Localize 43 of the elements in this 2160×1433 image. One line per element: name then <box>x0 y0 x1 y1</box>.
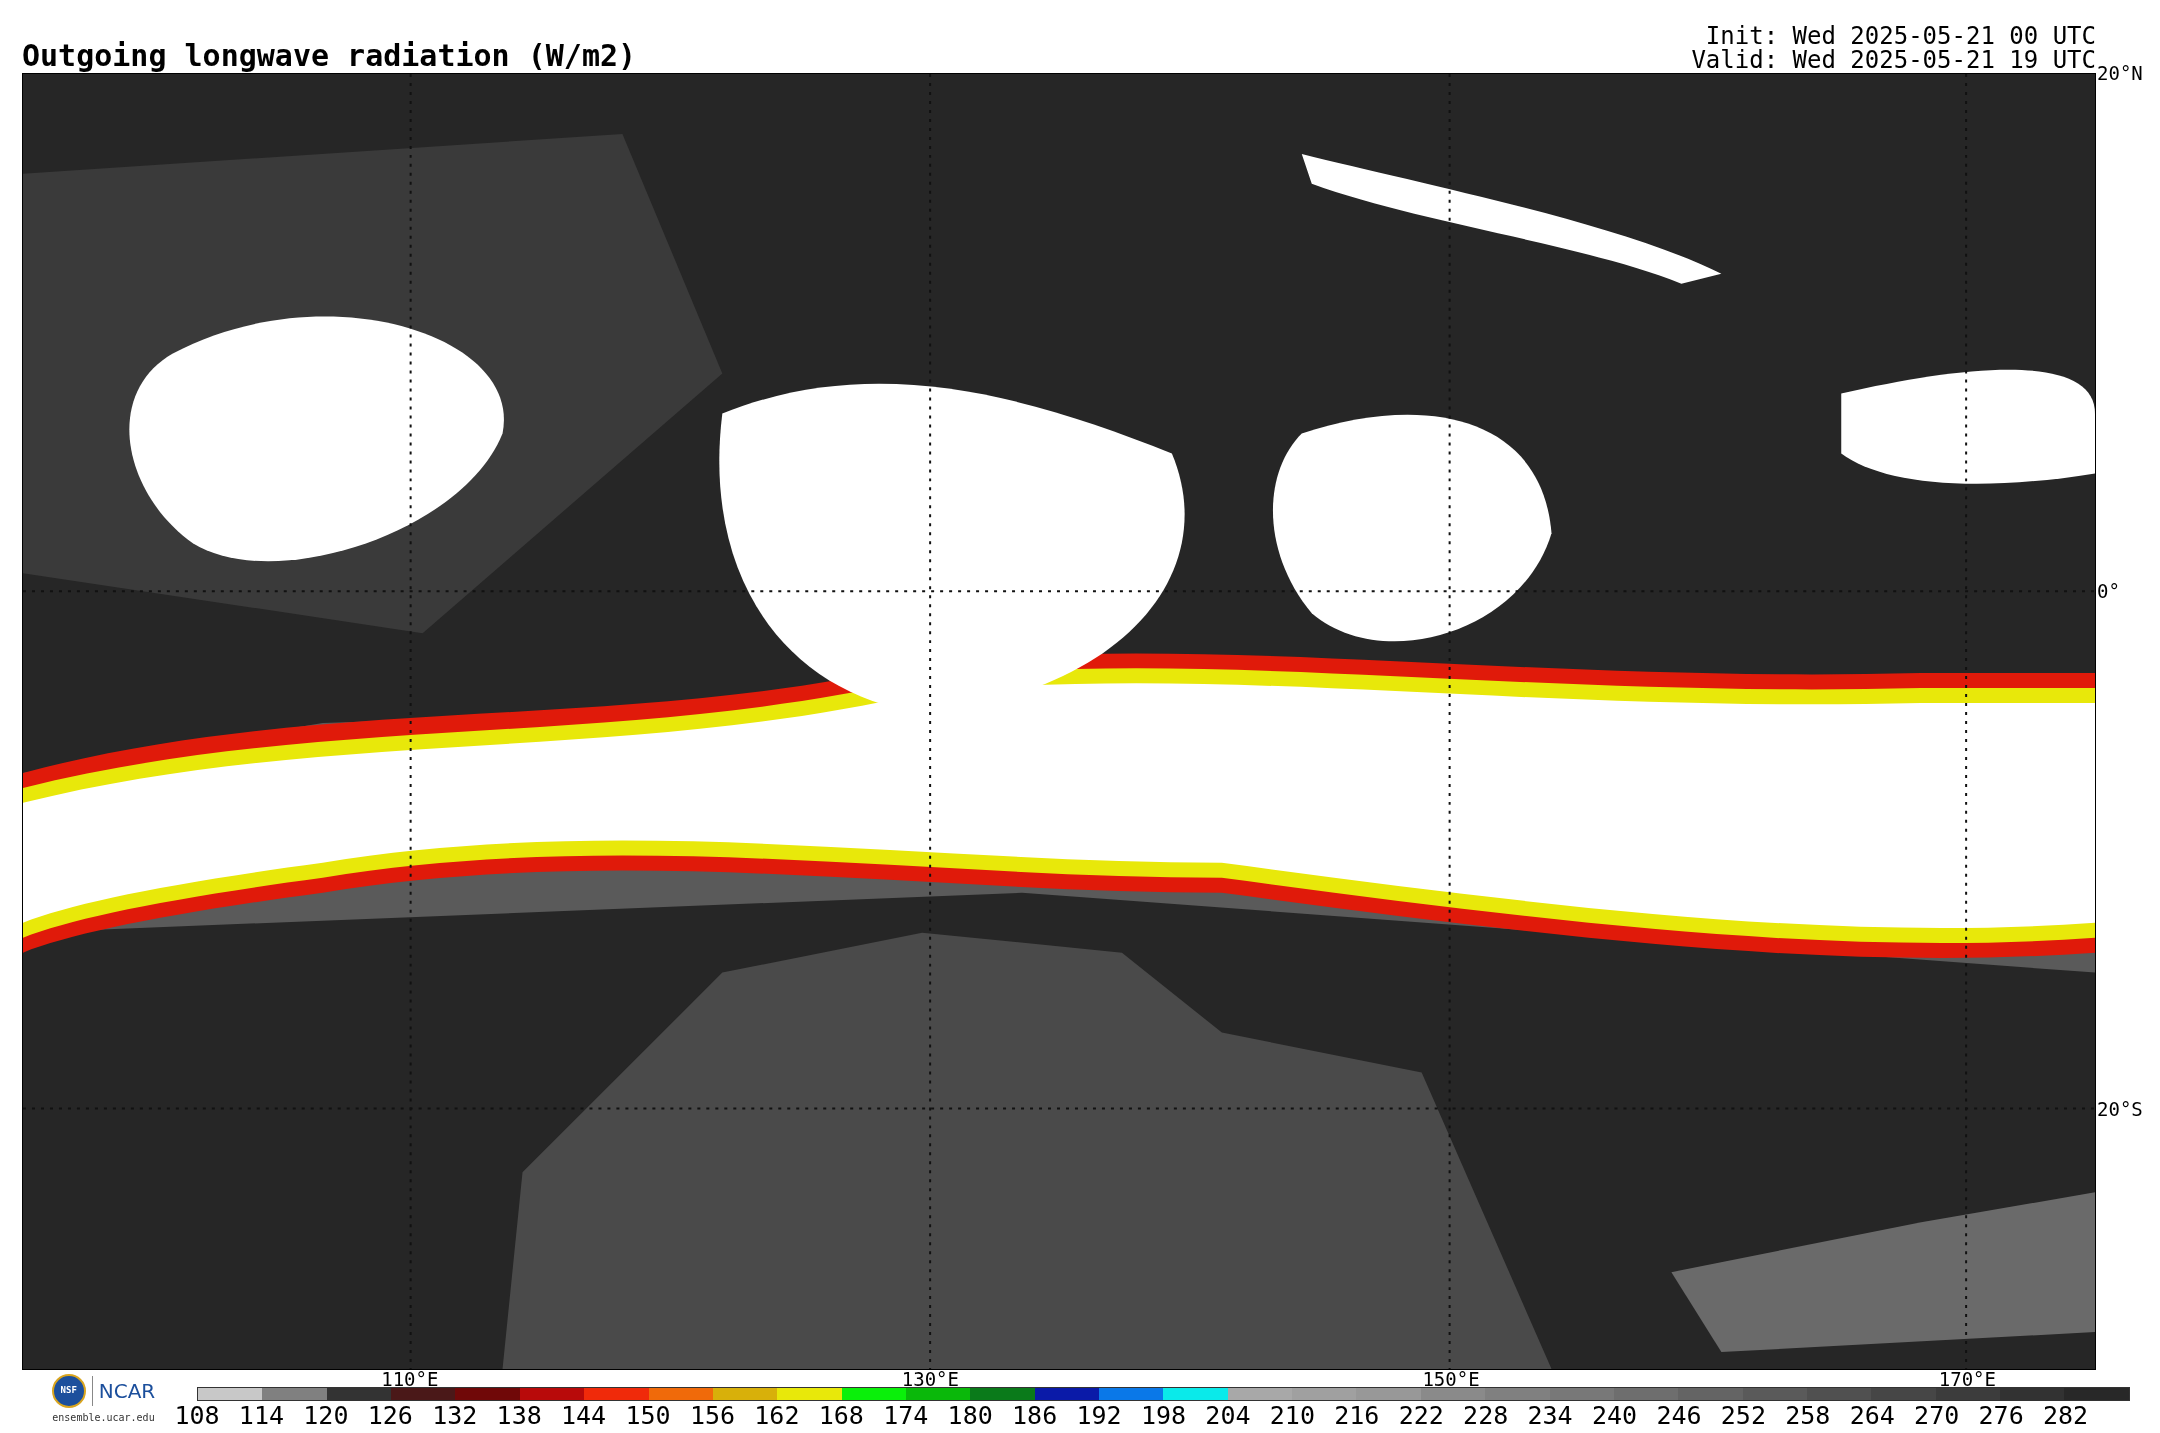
scale-tick-label: 252 <box>1720 1403 1766 1428</box>
scale-tick-label: 258 <box>1785 1403 1831 1428</box>
longitude-label: 110°E <box>381 1370 439 1389</box>
scale-tick-label: 108 <box>174 1403 220 1428</box>
longitude-label: 130°E <box>901 1370 959 1389</box>
scale-tick-label: 168 <box>818 1403 864 1428</box>
scale-tick-label: 186 <box>1012 1403 1058 1428</box>
longitude-label: 150°E <box>1422 1370 1480 1389</box>
scale-tick-label: 264 <box>1849 1403 1895 1428</box>
ncar-logo: NCAR <box>98 1378 156 1405</box>
scale-tick-label: 234 <box>1527 1403 1573 1428</box>
scale-tick-label: 222 <box>1398 1403 1444 1428</box>
scale-tick-label: 144 <box>561 1403 607 1428</box>
scale-tick-label: 162 <box>754 1403 800 1428</box>
scale-tick-label: 132 <box>432 1403 478 1428</box>
latitude-label: 20°S <box>2097 1099 2143 1119</box>
scale-tick-label: 138 <box>496 1403 542 1428</box>
run-time-text: Init: Wed 2025-05-21 00 UTC <box>1705 24 2096 48</box>
scale-tick-label: 156 <box>689 1403 736 1428</box>
scale-tick-label: 204 <box>1205 1403 1251 1428</box>
scale-tick-label: 210 <box>1269 1403 1315 1428</box>
scale-tick-label: 276 <box>1978 1403 2024 1428</box>
scale-tick-label: 120 <box>303 1403 349 1428</box>
latitude-label: 0° <box>2097 581 2120 600</box>
scale-tick-label: 192 <box>1076 1403 1122 1428</box>
website-url: ensemble.ucar.edu <box>52 1411 155 1425</box>
chart-title: Outgoing longwave radiation (W/m2) <box>22 41 637 71</box>
scale-tick-label: 240 <box>1591 1403 1638 1428</box>
nsf-logo: NSF <box>51 1374 86 1408</box>
longitude-label: 170°E <box>1938 1370 1996 1389</box>
scale-tick-label: 114 <box>238 1403 284 1428</box>
scale-tick-label: 150 <box>625 1403 671 1428</box>
scale-tick-label: 126 <box>367 1403 413 1428</box>
scale-tick-label: 216 <box>1334 1403 1380 1428</box>
scale-tick-label: 246 <box>1656 1403 1702 1428</box>
latitude-label: 20°N <box>2097 63 2143 83</box>
run-time-text: Valid: Wed 2025-05-21 19 UTC <box>1691 48 2096 72</box>
scale-tick-label: 228 <box>1463 1403 1509 1428</box>
scale-tick-label: 282 <box>2043 1403 2089 1428</box>
scale-tick-label: 174 <box>883 1403 929 1428</box>
scale-tick-label: 198 <box>1140 1403 1187 1428</box>
scale-tick-label: 180 <box>947 1403 993 1428</box>
scale-tick-label: 270 <box>1914 1403 1960 1428</box>
